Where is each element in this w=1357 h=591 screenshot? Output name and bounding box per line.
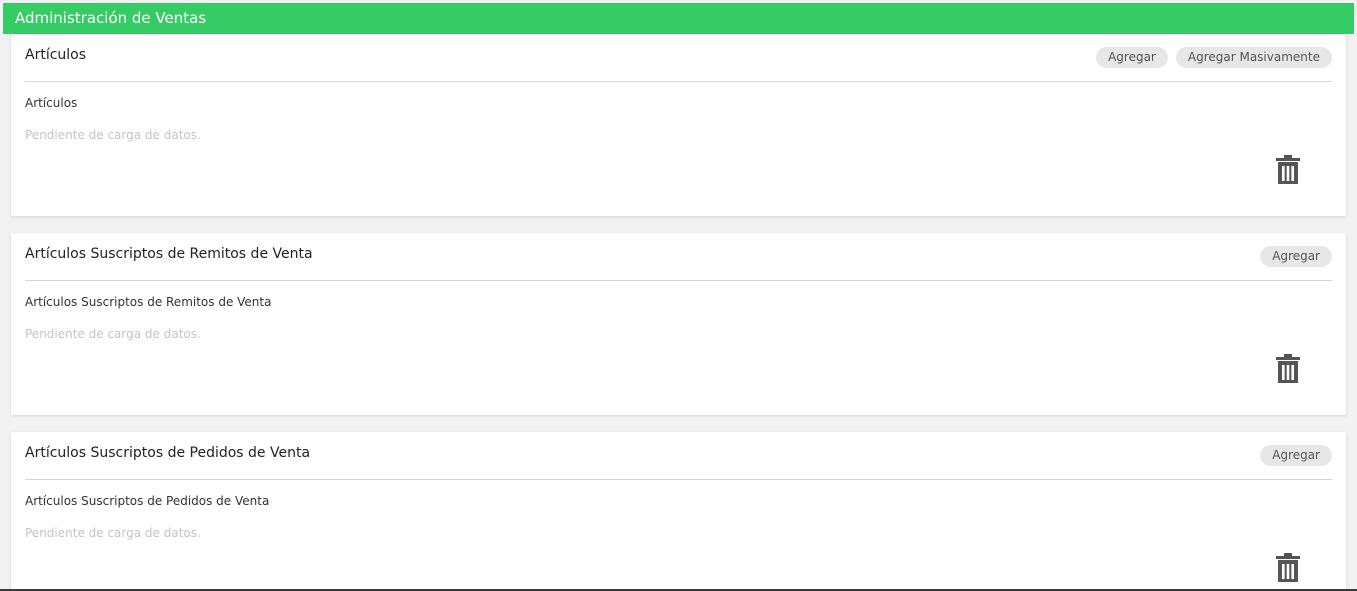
card-header: Artículos Agregar Agregar Masivamente <box>25 34 1332 82</box>
trash-icon[interactable] <box>1275 552 1301 583</box>
trash-icon[interactable] <box>1275 154 1301 185</box>
pedidos-card: Artículos Suscriptos de Pedidos de Venta… <box>11 432 1346 591</box>
section-label: Artículos <box>25 96 78 110</box>
empty-state-text: Pendiente de carga de datos. <box>25 526 201 540</box>
page-title-bar: Administración de Ventas <box>3 3 1354 34</box>
remitos-card: Artículos Suscriptos de Remitos de Venta… <box>11 233 1346 415</box>
page-title: Administración de Ventas <box>15 9 207 27</box>
card-header: Artículos Suscriptos de Remitos de Venta… <box>25 233 1332 281</box>
bulk-add-button[interactable]: Agregar Masivamente <box>1175 47 1332 68</box>
add-button[interactable]: Agregar <box>1260 246 1332 267</box>
trash-icon[interactable] <box>1275 353 1301 384</box>
section-label: Artículos Suscriptos de Remitos de Venta <box>25 295 272 309</box>
card-title: Artículos Suscriptos de Pedidos de Venta <box>25 445 311 461</box>
card-title: Artículos <box>25 47 87 63</box>
card-header: Artículos Suscriptos de Pedidos de Venta… <box>25 432 1332 480</box>
articulos-card: Artículos Agregar Agregar Masivamente Ar… <box>11 34 1346 216</box>
empty-state-text: Pendiente de carga de datos. <box>25 128 201 142</box>
card-actions: Agregar Agregar Masivamente <box>1096 47 1332 68</box>
add-button[interactable]: Agregar <box>1260 445 1332 466</box>
card-actions: Agregar <box>1260 246 1332 267</box>
section-label: Artículos Suscriptos de Pedidos de Venta <box>25 494 270 508</box>
card-actions: Agregar <box>1260 445 1332 466</box>
empty-state-text: Pendiente de carga de datos. <box>25 327 201 341</box>
add-button[interactable]: Agregar <box>1096 47 1168 68</box>
card-title: Artículos Suscriptos de Remitos de Venta <box>25 246 313 262</box>
